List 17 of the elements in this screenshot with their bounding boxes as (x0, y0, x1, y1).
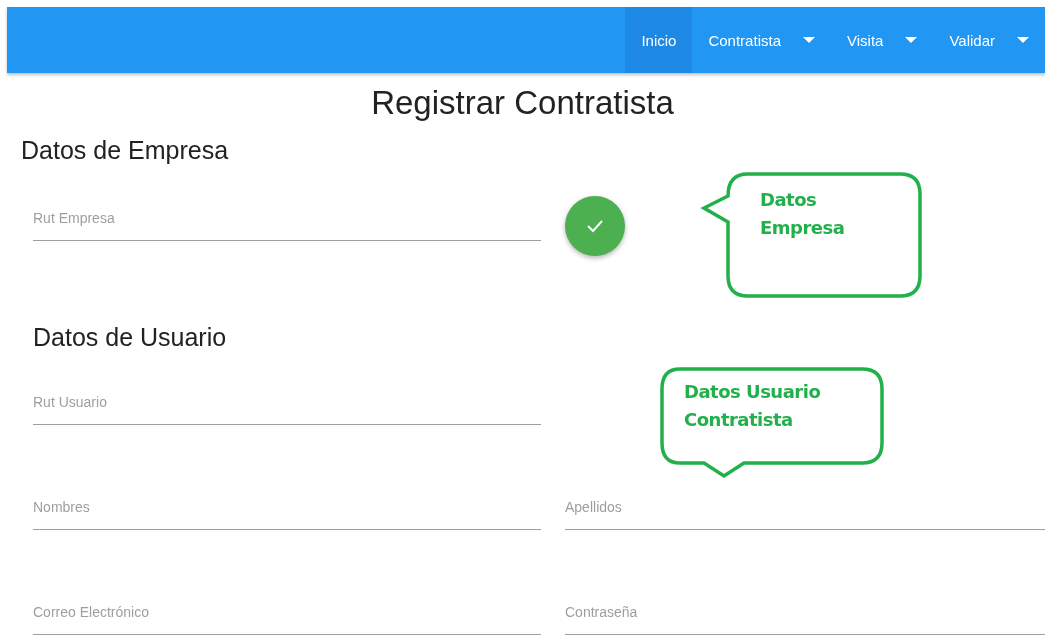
callout-text: Datos Empresa (760, 188, 846, 240)
callout-text: Datos Usuario Contratista (684, 380, 822, 432)
input-field[interactable]: Contraseña (565, 604, 1045, 635)
nav-item[interactable]: Validar (933, 7, 1045, 73)
input-field[interactable]: Nombres (33, 499, 541, 530)
nav-item[interactable]: Contratista (692, 7, 831, 73)
input-field[interactable]: Apellidos (565, 499, 1045, 530)
check-icon (586, 219, 604, 233)
nav-item[interactable]: Visita (831, 7, 934, 73)
input-field[interactable]: Correo Electrónico (33, 604, 541, 635)
section-heading: Datos de Empresa (21, 135, 230, 165)
input-field[interactable]: Rut Empresa (33, 210, 541, 241)
page-title: Registrar Contratista (370, 85, 675, 121)
input-field[interactable]: Rut Usuario (33, 394, 541, 425)
nav-item[interactable]: Inicio (625, 7, 693, 73)
confirm-button[interactable] (565, 196, 625, 256)
section-heading: Datos de Usuario (33, 322, 228, 352)
